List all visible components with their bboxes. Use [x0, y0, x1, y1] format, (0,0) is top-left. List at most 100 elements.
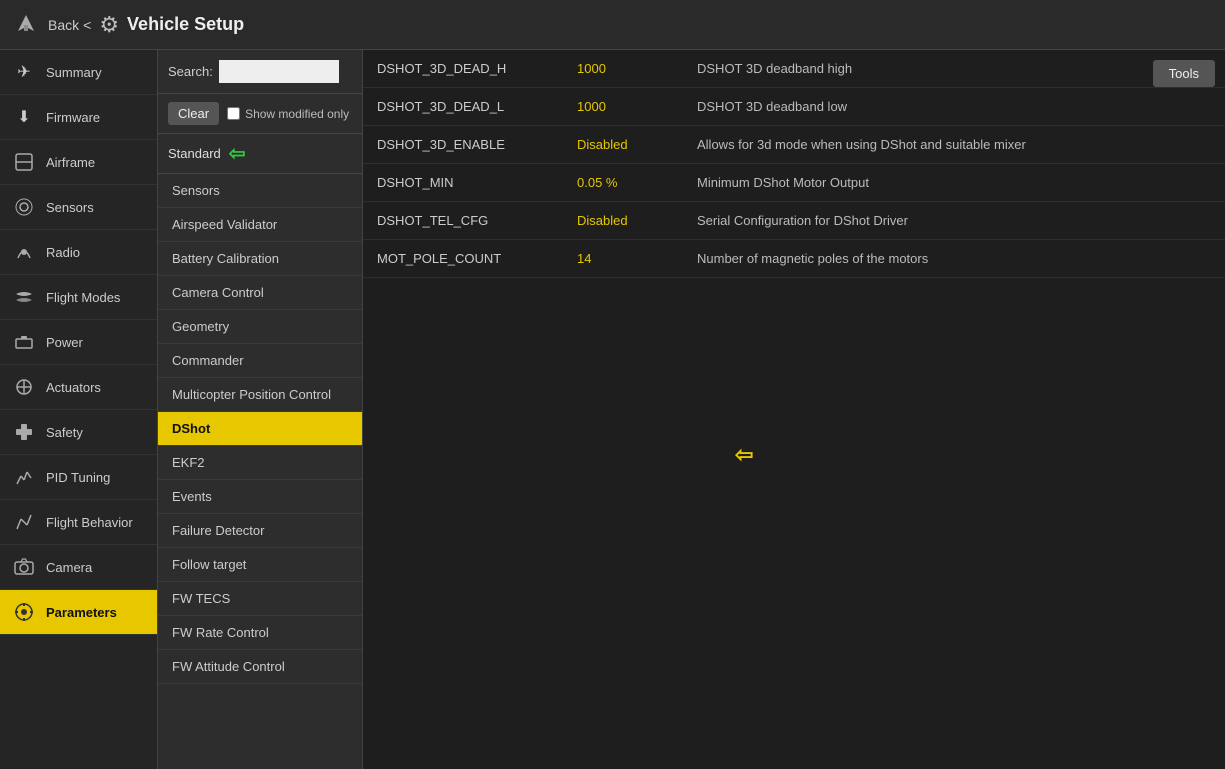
param-value-1[interactable]: 1000	[563, 88, 683, 126]
radio-label: Radio	[46, 245, 80, 260]
airframe-icon	[12, 150, 36, 174]
sidebar-item-pid-tuning[interactable]: PID Tuning	[0, 455, 157, 500]
table-row: DSHOT_3D_ENABLE Disabled Allows for 3d m…	[363, 126, 1225, 164]
content-area: Tools DSHOT_3D_DEAD_H 1000 DSHOT 3D dead…	[363, 50, 1225, 769]
category-item-multicopter-position-control[interactable]: Multicopter Position Control	[158, 378, 362, 412]
green-arrow-icon: ⇦	[229, 141, 246, 166]
search-input[interactable]	[219, 60, 339, 83]
param-value-2[interactable]: Disabled	[563, 126, 683, 164]
param-desc-3: Minimum DShot Motor Output	[683, 164, 1225, 202]
param-desc-2: Allows for 3d mode when using DShot and …	[683, 126, 1225, 164]
param-name-0: DSHOT_3D_DEAD_H	[363, 50, 563, 88]
sidebar-item-firmware[interactable]: ⬇ Firmware	[0, 95, 157, 140]
flight-modes-icon	[12, 285, 36, 309]
category-item-ekf2[interactable]: EKF2	[158, 446, 362, 480]
parameters-tbody: DSHOT_3D_DEAD_H 1000 DSHOT 3D deadband h…	[363, 50, 1225, 278]
param-desc-0: DSHOT 3D deadband high	[683, 50, 1225, 88]
param-name-2: DSHOT_3D_ENABLE	[363, 126, 563, 164]
category-item-battery-calibration[interactable]: Battery Calibration	[158, 242, 362, 276]
tools-button[interactable]: Tools	[1153, 60, 1215, 87]
gear-icon: ⚙	[99, 12, 119, 38]
drone-icon	[12, 11, 40, 39]
sidebar-item-safety[interactable]: Safety	[0, 410, 157, 455]
category-item-events[interactable]: Events	[158, 480, 362, 514]
param-name-3: DSHOT_MIN	[363, 164, 563, 202]
radio-icon	[12, 240, 36, 264]
category-list: Sensors Airspeed Validator Battery Calib…	[158, 174, 362, 769]
power-label: Power	[46, 335, 83, 350]
power-icon	[12, 330, 36, 354]
param-value-4[interactable]: Disabled	[563, 202, 683, 240]
table-row: MOT_POLE_COUNT 14 Number of magnetic pol…	[363, 240, 1225, 278]
param-name-1: DSHOT_3D_DEAD_L	[363, 88, 563, 126]
category-panel: Search: Clear Show modified only Standar…	[158, 50, 363, 769]
main-layout: ✈ Summary ⬇ Firmware Airframe Sensors Ra…	[0, 50, 1225, 769]
param-value-0[interactable]: 1000	[563, 50, 683, 88]
show-modified-text: Show modified only	[245, 107, 349, 121]
category-item-fw-tecs[interactable]: FW TECS	[158, 582, 362, 616]
table-row: DSHOT_3D_DEAD_H 1000 DSHOT 3D deadband h…	[363, 50, 1225, 88]
parameters-table: DSHOT_3D_DEAD_H 1000 DSHOT 3D deadband h…	[363, 50, 1225, 278]
summary-icon: ✈	[12, 60, 36, 84]
category-item-failure-detector[interactable]: Failure Detector	[158, 514, 362, 548]
param-value-3[interactable]: 0.05 %	[563, 164, 683, 202]
category-item-dshot[interactable]: DShot	[158, 412, 362, 446]
param-name-5: MOT_POLE_COUNT	[363, 240, 563, 278]
firmware-icon: ⬇	[12, 105, 36, 129]
back-label: Back	[48, 17, 79, 33]
clear-button[interactable]: Clear	[168, 102, 219, 125]
page-title: Vehicle Setup	[127, 14, 244, 35]
summary-label: Summary	[46, 65, 102, 80]
table-row: DSHOT_MIN 0.05 % Minimum DShot Motor Out…	[363, 164, 1225, 202]
parameters-icon	[12, 600, 36, 624]
show-modified-checkbox[interactable]	[227, 107, 240, 120]
category-item-camera-control[interactable]: Camera Control	[158, 276, 362, 310]
table-row: DSHOT_3D_DEAD_L 1000 DSHOT 3D deadband l…	[363, 88, 1225, 126]
actuators-label: Actuators	[46, 380, 101, 395]
sidebar-item-power[interactable]: Power	[0, 320, 157, 365]
safety-icon	[12, 420, 36, 444]
flight-behavior-icon	[12, 510, 36, 534]
standard-label: Standard	[168, 146, 221, 161]
sidebar: ✈ Summary ⬇ Firmware Airframe Sensors Ra…	[0, 50, 158, 769]
airframe-label: Airframe	[46, 155, 95, 170]
sensors-icon	[12, 195, 36, 219]
sidebar-item-actuators[interactable]: Actuators	[0, 365, 157, 410]
sidebar-item-summary[interactable]: ✈ Summary	[0, 50, 157, 95]
camera-icon	[12, 555, 36, 579]
search-label: Search:	[168, 64, 213, 79]
firmware-label: Firmware	[46, 110, 100, 125]
category-item-fw-rate-control[interactable]: FW Rate Control	[158, 616, 362, 650]
sidebar-item-sensors[interactable]: Sensors	[0, 185, 157, 230]
back-separator: <	[83, 17, 91, 33]
param-value-5[interactable]: 14	[563, 240, 683, 278]
sidebar-item-flight-behavior[interactable]: Flight Behavior	[0, 500, 157, 545]
category-item-geometry[interactable]: Geometry	[158, 310, 362, 344]
search-bar: Search:	[158, 50, 362, 94]
category-item-airspeed-validator[interactable]: Airspeed Validator	[158, 208, 362, 242]
sidebar-item-radio[interactable]: Radio	[0, 230, 157, 275]
actuators-icon	[12, 375, 36, 399]
parameters-label: Parameters	[46, 605, 117, 620]
table-row: DSHOT_TEL_CFG Disabled Serial Configurat…	[363, 202, 1225, 240]
safety-label: Safety	[46, 425, 83, 440]
param-desc-5: Number of magnetic poles of the motors	[683, 240, 1225, 278]
sidebar-item-airframe[interactable]: Airframe	[0, 140, 157, 185]
sidebar-item-flight-modes[interactable]: Flight Modes	[0, 275, 157, 320]
param-name-4: DSHOT_TEL_CFG	[363, 202, 563, 240]
flight-behavior-label: Flight Behavior	[46, 515, 133, 530]
category-item-follow-target[interactable]: Follow target	[158, 548, 362, 582]
show-modified-label[interactable]: Show modified only	[227, 107, 349, 121]
flight-modes-label: Flight Modes	[46, 290, 120, 305]
yellow-arrow-icon: ⇦	[735, 442, 753, 468]
pid-tuning-label: PID Tuning	[46, 470, 110, 485]
sidebar-item-camera[interactable]: Camera	[0, 545, 157, 590]
param-desc-4: Serial Configuration for DShot Driver	[683, 202, 1225, 240]
standard-row: Standard ⇦	[158, 134, 362, 174]
category-item-fw-attitude-control[interactable]: FW Attitude Control	[158, 650, 362, 684]
pid-tuning-icon	[12, 465, 36, 489]
category-item-commander[interactable]: Commander	[158, 344, 362, 378]
category-item-sensors[interactable]: Sensors	[158, 174, 362, 208]
sidebar-item-parameters[interactable]: Parameters	[0, 590, 157, 635]
back-button[interactable]: Back <	[48, 17, 91, 33]
